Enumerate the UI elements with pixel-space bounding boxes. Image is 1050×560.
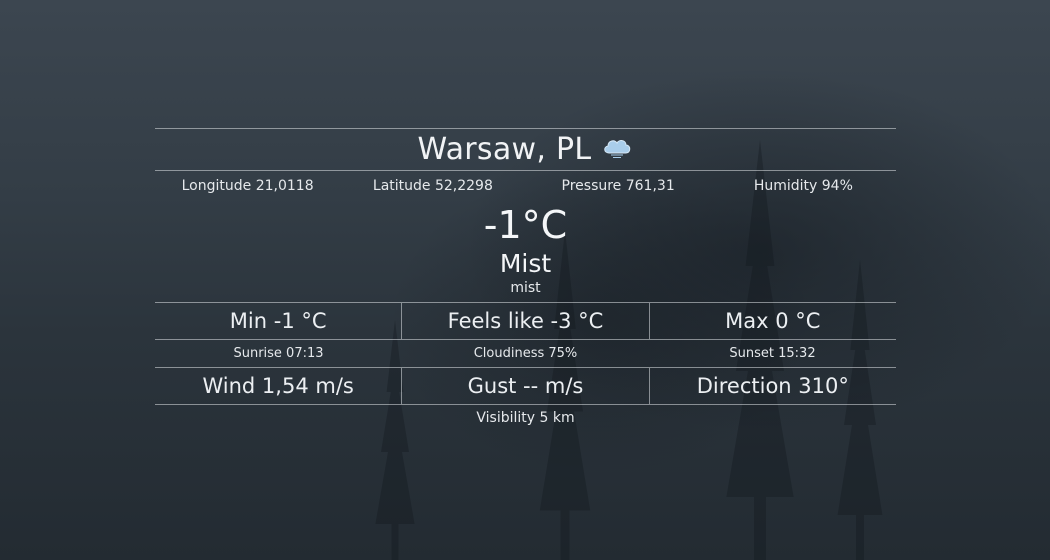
visibility-value: Visibility 5 km xyxy=(476,410,575,426)
weather-panel: Warsaw, PL Longitude 21,0118 Latitude 52… xyxy=(155,128,896,426)
max-temperature: Max 0 °C xyxy=(648,302,896,340)
latitude-value: Latitude 52,2298 xyxy=(372,178,493,194)
location-stats: Longitude 21,0118 Latitude 52,2298 Press… xyxy=(155,171,896,201)
weather-description: mist xyxy=(510,280,541,296)
wind-direction: Direction 310° xyxy=(648,367,896,405)
temperature-row: Min -1 °C Feels like -3 °C Max 0 °C xyxy=(155,302,896,340)
wind-row: Wind 1,54 m/s Gust -- m/s Direction 310° xyxy=(155,367,896,405)
wind-speed: Wind 1,54 m/s xyxy=(155,367,402,405)
pressure-value: Pressure 761,31 xyxy=(561,178,675,194)
location-header: Warsaw, PL xyxy=(155,129,896,170)
weather-condition: Mist xyxy=(499,249,552,278)
sky-row: Sunrise 07:13 Cloudiness 75% Sunset 15:3… xyxy=(155,340,896,367)
cloudiness-value: Cloudiness 75% xyxy=(473,346,578,361)
city-name: Warsaw, PL xyxy=(417,132,592,167)
min-temperature: Min -1 °C xyxy=(155,302,402,340)
humidity-value: Humidity 94% xyxy=(753,178,853,194)
sunrise-time: Sunrise 07:13 xyxy=(233,346,324,361)
sunset-time: Sunset 15:32 xyxy=(729,346,816,361)
wind-gust: Gust -- m/s xyxy=(401,367,649,405)
feels-like-temperature: Feels like -3 °C xyxy=(401,302,649,340)
cloud-icon xyxy=(604,139,631,158)
longitude-value: Longitude 21,0118 xyxy=(181,178,314,194)
current-temperature: -1°C xyxy=(483,203,568,247)
